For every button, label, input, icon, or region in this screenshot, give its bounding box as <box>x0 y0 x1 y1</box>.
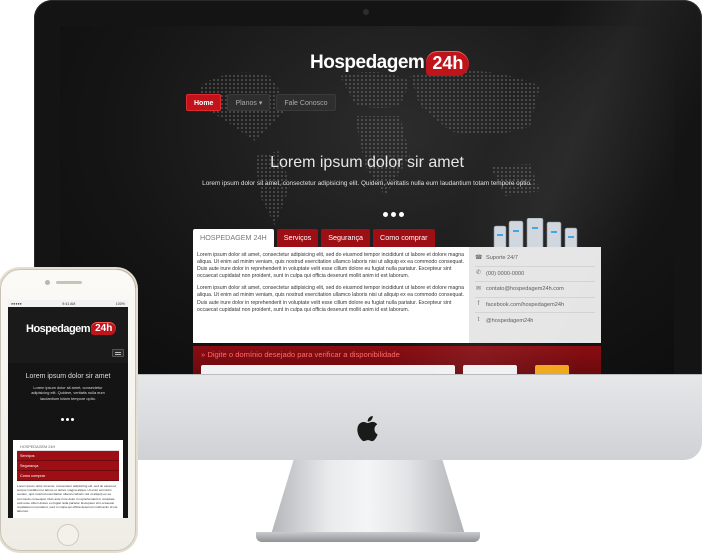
nav-fale-conosco[interactable]: Fale Conosco <box>276 94 336 111</box>
domain-search-button[interactable] <box>535 365 569 374</box>
phone-text: (00) 0000-0000 <box>486 270 525 277</box>
domain-prompt: » Digite o domínio desejado para verific… <box>201 350 400 359</box>
imac-stand <box>270 460 466 538</box>
nav-planos-label: Planos <box>235 100 257 107</box>
status-time: 9:41 AM <box>62 301 76 306</box>
tab-servicos[interactable]: Serviços <box>276 229 319 247</box>
home-button[interactable] <box>57 524 79 546</box>
nav-home[interactable]: Home <box>186 94 222 111</box>
main-nav: Home Planos ▾ Fale Conosco <box>186 94 336 111</box>
headset-icon: ☎ <box>475 254 483 261</box>
logo-badge: 24h <box>91 322 117 335</box>
mobile-tab-servicos[interactable]: Serviços <box>17 451 119 461</box>
mail-icon: ✉ <box>475 285 482 292</box>
content-tabs: HOSPEDAGEM 24H Serviços Segurança Como c… <box>193 229 435 247</box>
slider-dot[interactable] <box>61 418 64 421</box>
mobile-content-text: Lorem ipsum dolor sit amet, consectetur … <box>17 484 118 514</box>
nav-planos[interactable]: Planos ▾ <box>227 94 271 111</box>
hamburger-menu-icon[interactable] <box>112 349 124 357</box>
imac-base <box>256 532 480 542</box>
content-paragraph: Lorem ipsum dolor sit amet, consectetur … <box>197 252 465 280</box>
iphone-device: ●●●●● 9:41 AM 100% Hospedagem 24h Lorem … <box>0 269 136 551</box>
tld-select[interactable] <box>463 365 517 374</box>
mobile-header: Hospedagem 24h <box>8 307 128 363</box>
mobile-hero-title: Lorem ipsum dolor sir amet <box>25 373 111 380</box>
contact-twitter[interactable]: t @hospedagem24h <box>475 313 595 329</box>
phone-icon: ✆ <box>475 270 482 277</box>
mobile-hero: Lorem ipsum dolor sir amet Lorem ipsum d… <box>8 363 128 441</box>
facebook-icon: f <box>477 301 480 308</box>
mobile-hero-text: Lorem ipsum dolor sit amet, consectetur … <box>31 385 105 401</box>
hero-text: Lorem ipsum dolor sit amet, consectetur … <box>202 180 532 187</box>
twitter-text: @hospedagem24h <box>486 317 534 324</box>
email-text: contato@hospedagem24h.com <box>486 286 564 293</box>
caret-down-icon: ▾ <box>258 100 263 107</box>
mobile-content-panel: HOSPEDAGEM 24H Serviços Segurança Como c… <box>13 440 123 518</box>
domain-input[interactable] <box>201 365 455 374</box>
contact-support: ☎ Suporte 24/7 <box>475 251 595 267</box>
signal-indicator: ●●●●● <box>11 301 22 306</box>
tab-hospedagem[interactable]: HOSPEDAGEM 24H <box>193 229 274 247</box>
tab-como-comprar[interactable]: Como comprar <box>373 229 435 247</box>
mobile-slider-dots[interactable] <box>61 418 74 421</box>
mobile-tab-hospedagem[interactable]: HOSPEDAGEM 24H <box>17 443 119 451</box>
apple-logo-icon <box>357 415 378 442</box>
battery-indicator: 100% <box>115 301 125 306</box>
mobile-website-screen: ●●●●● 9:41 AM 100% Hospedagem 24h Lorem … <box>8 300 128 518</box>
facebook-text: facebook.com/hospedagem24h <box>486 301 565 308</box>
slider-dot[interactable] <box>391 212 396 217</box>
hero-title: Lorem ipsum dolor sir amet <box>270 154 464 171</box>
contact-facebook[interactable]: f facebook.com/hospedagem24h <box>475 298 595 313</box>
status-bar: ●●●●● 9:41 AM 100% <box>8 300 128 307</box>
logo-badge: 24h <box>426 50 470 76</box>
mobile-tab-seguranca[interactable]: Segurança <box>17 461 119 471</box>
logo-wordmark: Hospedagem <box>310 52 425 73</box>
slider-dot[interactable] <box>66 418 69 421</box>
mobile-tab-como-comprar[interactable]: Como comprar <box>17 471 119 481</box>
twitter-icon: t <box>477 317 480 324</box>
domain-search-bar: » Digite o domínio desejado para verific… <box>193 346 601 374</box>
slider-dot[interactable] <box>383 212 388 217</box>
desktop-website-screen: Hospedagem 24h Home Planos ▾ Fale Conosc… <box>60 26 674 374</box>
slider-dot[interactable] <box>399 212 404 217</box>
logo-wordmark: Hospedagem <box>26 322 91 335</box>
content-panel: Lorem ipsum dolor sit amet, consectetur … <box>193 247 469 343</box>
contact-email[interactable]: ✉ contato@hospedagem24h.com <box>475 282 595 298</box>
camera-icon <box>363 9 369 15</box>
tab-seguranca[interactable]: Segurança <box>321 229 371 247</box>
slider-dots[interactable] <box>383 212 404 217</box>
site-logo[interactable]: Hospedagem 24h <box>310 48 470 78</box>
front-camera-icon <box>45 280 50 285</box>
contact-panel: ☎ Suporte 24/7 ✆ (00) 0000-0000 ✉ contat… <box>469 247 601 343</box>
speaker-grille <box>56 281 82 284</box>
content-paragraph: Lorem ipsum dolor sit amet, consectetur … <box>197 285 465 313</box>
slider-dot[interactable] <box>71 418 74 421</box>
support-text: Suporte 24/7 <box>486 255 519 262</box>
contact-phone[interactable]: ✆ (00) 0000-0000 <box>475 267 595 282</box>
mobile-site-logo[interactable]: Hospedagem 24h <box>26 322 117 335</box>
